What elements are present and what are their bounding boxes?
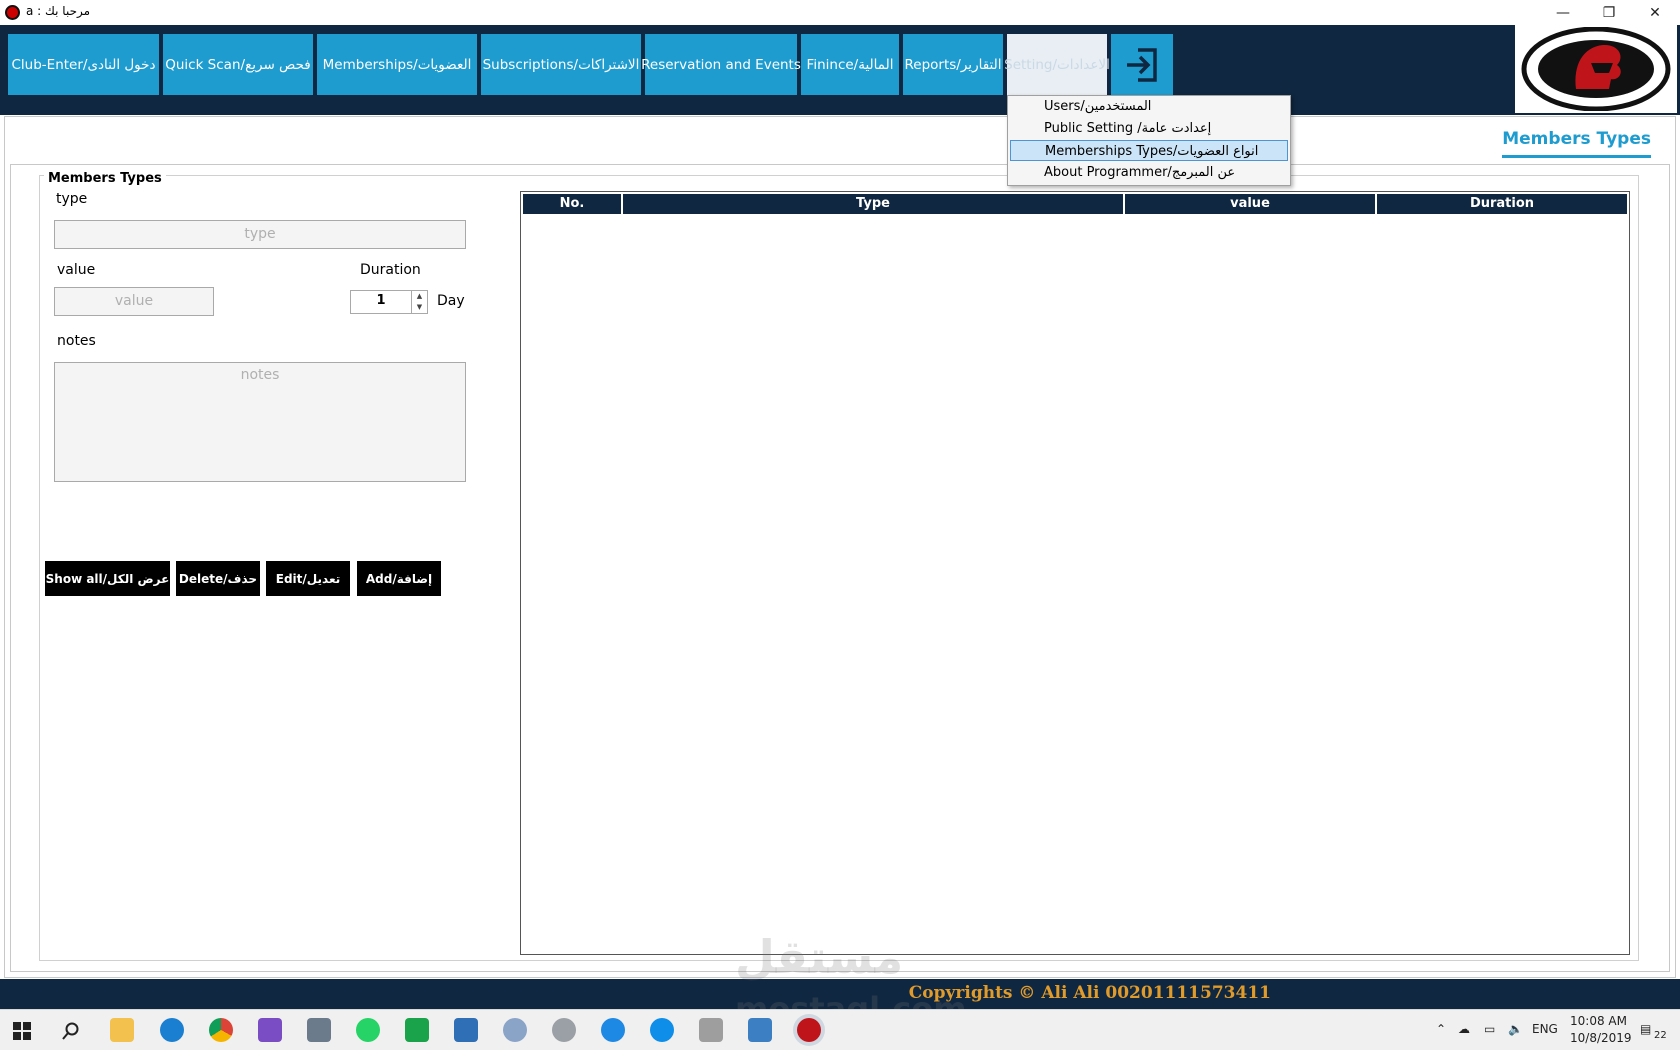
windows-start-icon[interactable]	[13, 1022, 31, 1040]
clock-time[interactable]: 10:08 AM	[1570, 1014, 1627, 1028]
menu-item-users[interactable]: Users/المستخدمين	[1010, 96, 1288, 117]
language-indicator[interactable]: ENG	[1532, 1022, 1558, 1036]
column-header-no[interactable]: No.	[523, 194, 623, 214]
search-icon[interactable]	[62, 1022, 80, 1040]
clock-date[interactable]: 10/8/2019	[1570, 1031, 1632, 1045]
grid-header: No. Type value Duration	[523, 194, 1627, 214]
members-types-grid[interactable]: No. Type value Duration	[520, 191, 1630, 955]
app-window-icon[interactable]	[748, 1018, 772, 1042]
type-input[interactable]: type	[54, 220, 466, 249]
exit-button[interactable]	[1111, 34, 1173, 95]
stepper-arrows-icon[interactable]: ▲ ▼	[411, 291, 427, 313]
delete-button[interactable]: Delete/حذف	[176, 561, 260, 596]
visual-studio-icon[interactable]	[258, 1018, 282, 1042]
minimize-button[interactable]: —	[1540, 0, 1586, 25]
show-all-button[interactable]: Show all/عرض الكل	[45, 561, 170, 596]
volume-icon[interactable]: 🔈	[1508, 1022, 1523, 1036]
chrome-icon[interactable]	[209, 1018, 233, 1042]
nav-club-enter[interactable]: Club-Enter/دخول النادى	[8, 34, 159, 95]
app-icon	[5, 5, 20, 20]
nav-finance[interactable]: Finince/المالية	[801, 34, 899, 95]
teamviewer-icon[interactable]	[650, 1018, 674, 1042]
notification-center-icon[interactable]: ▤	[1640, 1022, 1651, 1036]
titans-gym-logo	[1515, 25, 1677, 113]
duration-value: 1	[376, 293, 386, 308]
column-header-type[interactable]: Type	[623, 194, 1125, 214]
exit-arrow-icon	[1127, 47, 1157, 82]
tray-chevron-icon[interactable]: ⌃	[1436, 1022, 1446, 1036]
type-label: type	[56, 191, 88, 207]
browser-app-icon[interactable]	[601, 1018, 625, 1042]
notification-count: 22	[1654, 1030, 1667, 1041]
notes-input[interactable]: notes	[54, 362, 466, 482]
duration-unit: Day	[437, 293, 465, 309]
window-app-icon[interactable]	[454, 1018, 478, 1042]
window-title: مرحبا بك : a	[26, 4, 91, 18]
watermark-arabic: مستقل	[735, 930, 904, 984]
tools-icon[interactable]	[307, 1018, 331, 1042]
network-app-icon[interactable]	[552, 1018, 576, 1042]
column-header-duration[interactable]: Duration	[1377, 194, 1627, 214]
menu-item-public-setting[interactable]: Public Setting /إعدادت عامة	[1010, 118, 1288, 139]
duration-label: Duration	[360, 262, 421, 278]
pycharm-icon[interactable]	[405, 1018, 429, 1042]
nav-subscriptions[interactable]: Subscriptions/الاشتراكات	[481, 34, 641, 95]
duration-stepper[interactable]: 1 ▲ ▼	[350, 290, 428, 314]
logo-emblem	[1521, 27, 1671, 111]
whatsapp-icon[interactable]	[356, 1018, 380, 1042]
paint-icon[interactable]	[503, 1018, 527, 1042]
main-navigation: Club-Enter/دخول النادى Quick Scan/فحص سر…	[0, 25, 1680, 115]
column-header-value[interactable]: value	[1125, 194, 1377, 214]
file-explorer-icon[interactable]	[110, 1018, 134, 1042]
close-button[interactable]: ✕	[1632, 0, 1678, 25]
nav-setting[interactable]: Setting/الاعدادات	[1004, 34, 1110, 95]
value-input[interactable]: value	[54, 287, 214, 316]
restore-button[interactable]: ❐	[1586, 0, 1632, 25]
edge-icon[interactable]	[160, 1018, 184, 1042]
menu-item-memberships-types[interactable]: Memberships Types/انواع العضويات	[1010, 140, 1288, 161]
groupbox-title: Members Types	[44, 171, 166, 186]
edit-button[interactable]: Edit/تعديل	[266, 561, 350, 596]
page-title: Members Types	[1502, 129, 1651, 158]
notes-label: notes	[57, 333, 96, 349]
nav-reservation-events[interactable]: Reservation and Events	[641, 34, 801, 95]
onedrive-icon[interactable]: ☁	[1458, 1022, 1470, 1036]
window-title-bar: مرحبا بك : a — ❐ ✕	[0, 0, 1680, 25]
nav-reports[interactable]: Reports/التقارير	[903, 34, 1003, 95]
nav-quick-scan[interactable]: Quick Scan/فحص سريع	[163, 34, 313, 95]
value-label: value	[57, 262, 96, 278]
database-icon[interactable]	[699, 1018, 723, 1042]
nav-memberships[interactable]: Memberships/العضويات	[317, 34, 477, 95]
add-button[interactable]: Add/إضافة	[357, 561, 441, 596]
network-icon[interactable]: ▭	[1484, 1022, 1495, 1036]
windows-taskbar: ⌃ ☁ ▭ 🔈 ENG 10:08 AM 10/8/2019 ▤ 22	[0, 1009, 1680, 1050]
menu-item-about-programmer[interactable]: About Programmer/عن المبرمج	[1010, 162, 1288, 183]
copyright-text: Copyrights © Ali Ali 00201111573411	[908, 983, 1271, 1003]
gym-app-taskbar-icon[interactable]	[797, 1018, 821, 1042]
setting-dropdown-menu: Users/المستخدمين Public Setting /إعدادت …	[1007, 95, 1291, 186]
